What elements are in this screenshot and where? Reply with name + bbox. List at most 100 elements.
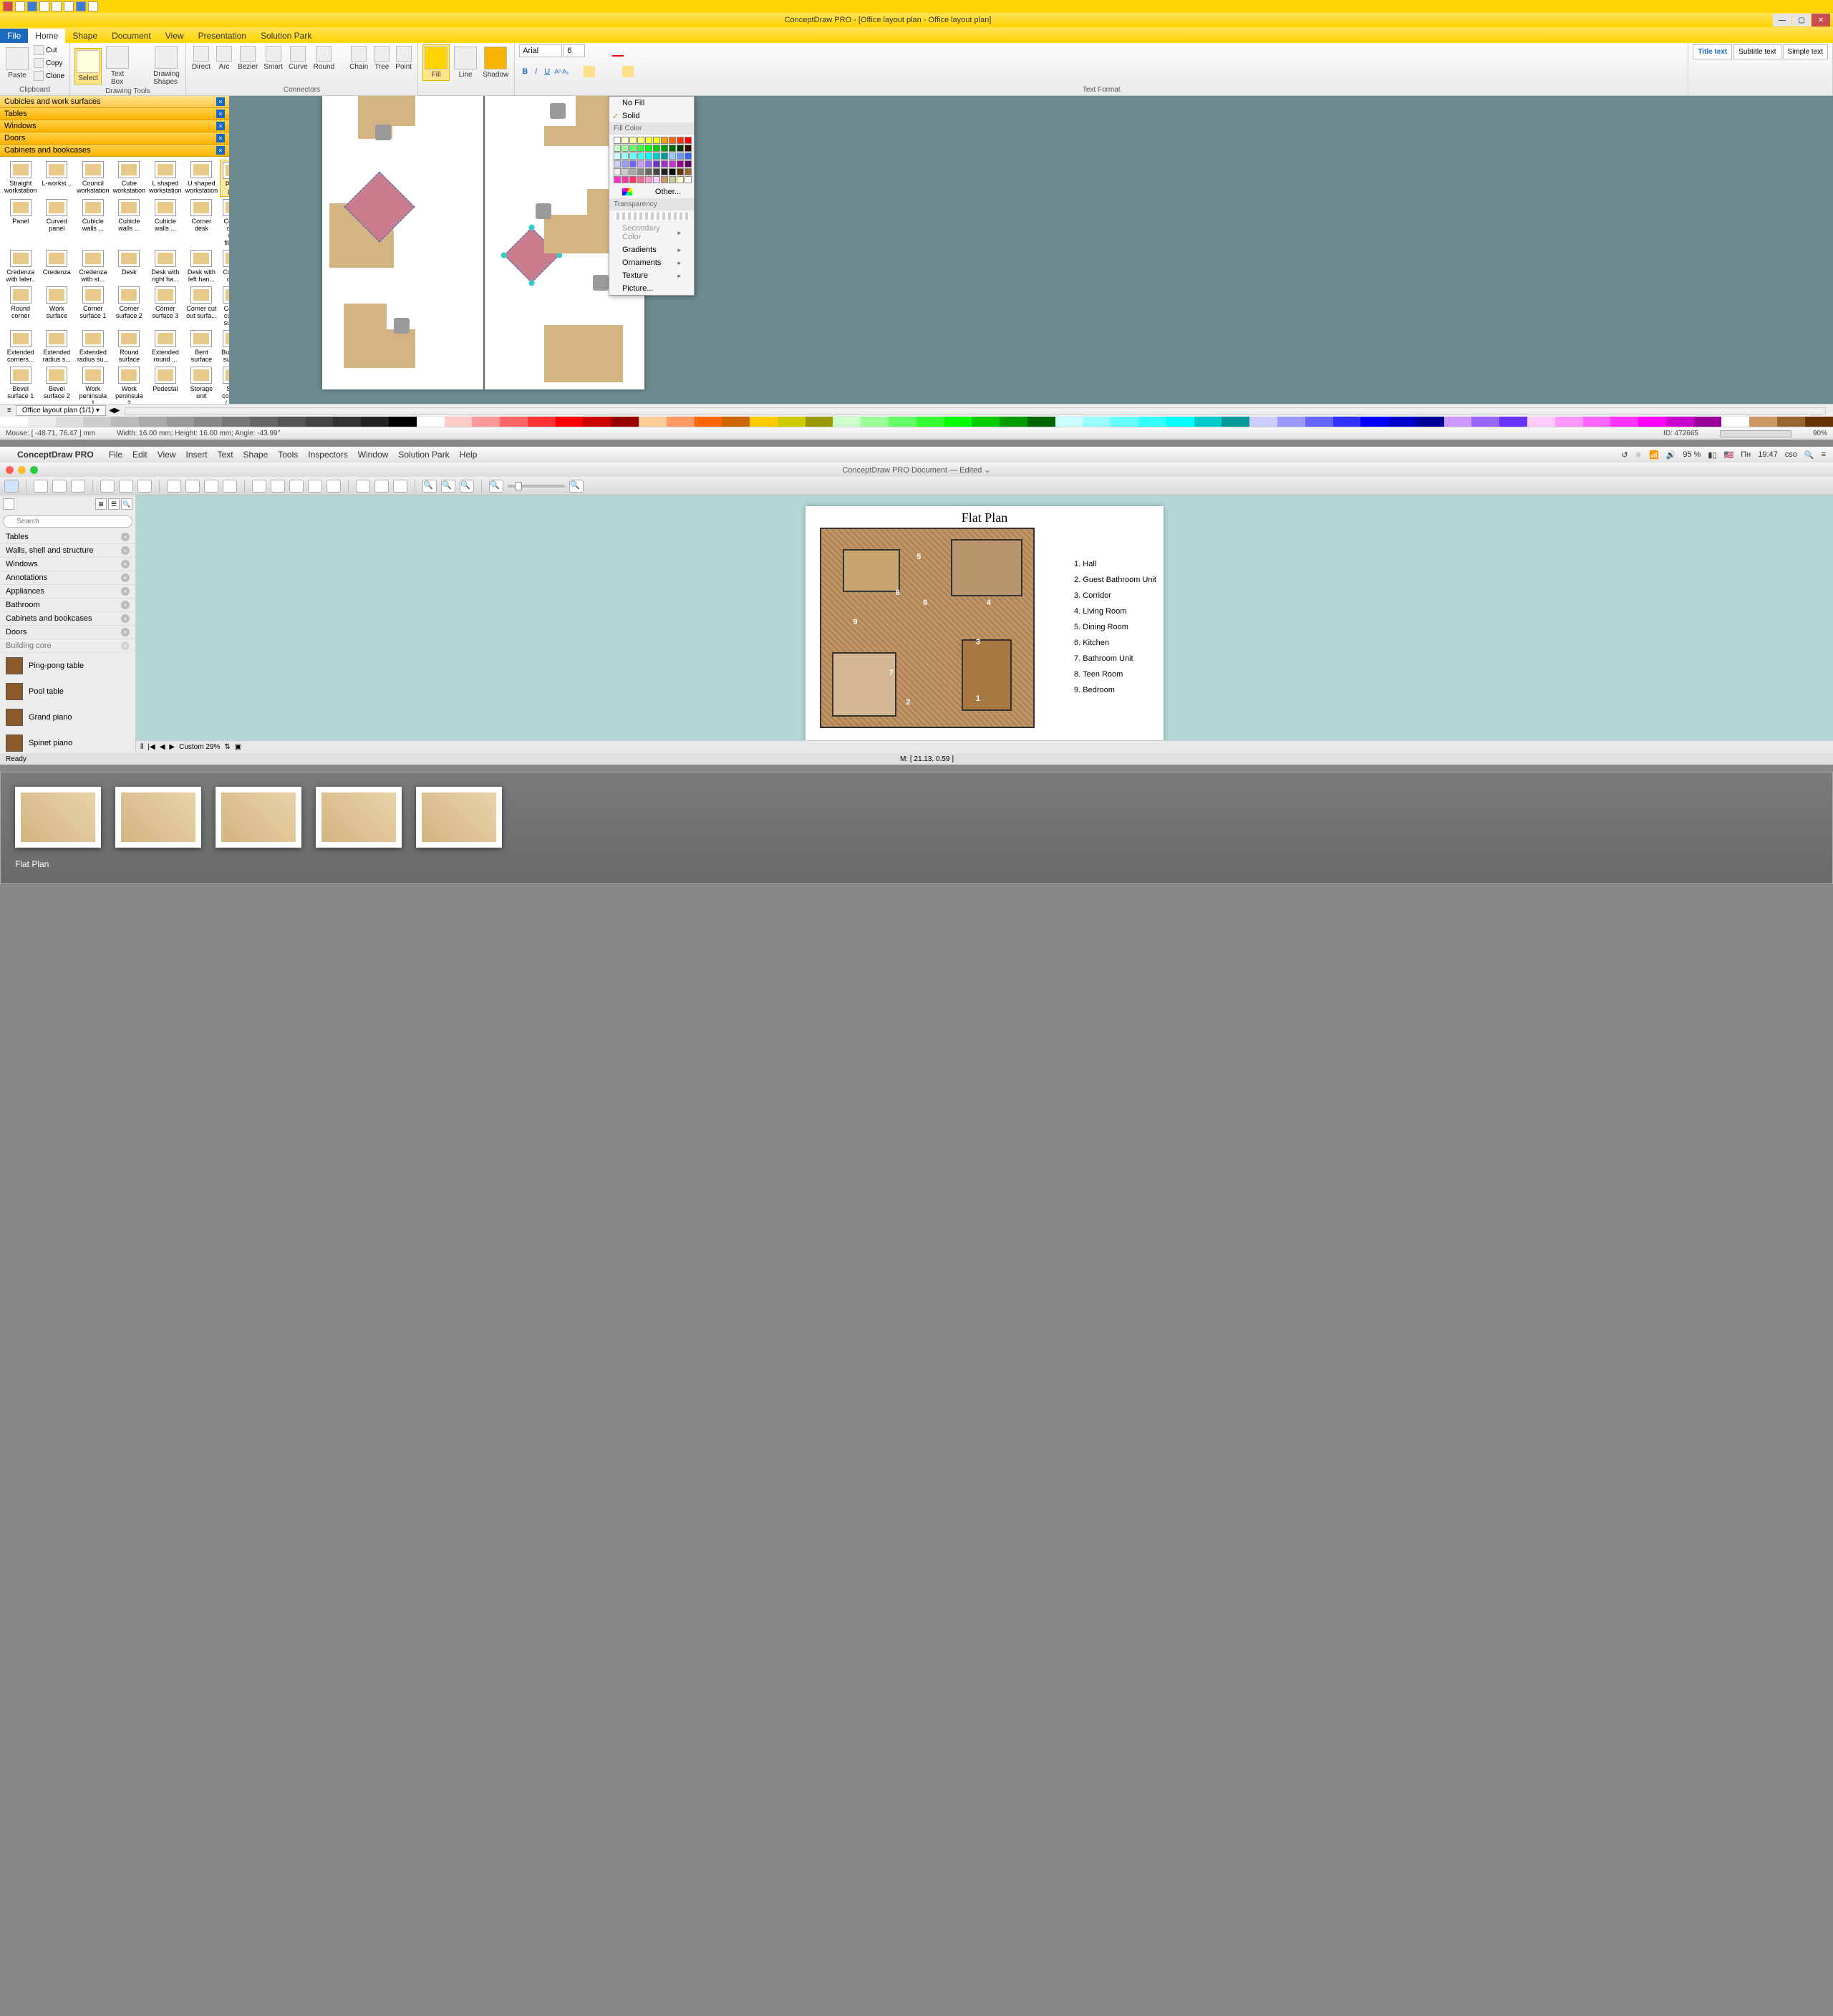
qat-open-icon[interactable] (15, 1, 25, 11)
superscript-button[interactable]: A² (554, 68, 561, 75)
color-swatch[interactable] (645, 152, 652, 160)
mac-shape-item[interactable]: Pool table (0, 679, 135, 704)
color-swatch[interactable] (637, 160, 644, 168)
color-swatch[interactable] (669, 176, 676, 183)
thumbnail[interactable] (416, 787, 502, 848)
color-swatch[interactable] (685, 176, 692, 183)
transparency-strip[interactable] (614, 213, 690, 220)
menu-ornaments[interactable]: Ornaments▸ (609, 256, 694, 269)
mac-category[interactable]: Windows× (0, 558, 135, 571)
color-swatch[interactable] (677, 152, 684, 160)
tab-file[interactable]: File (0, 29, 28, 43)
ellipse-tool-button[interactable] (52, 480, 67, 493)
textbox-button[interactable]: Text Box (105, 44, 130, 87)
shape-item[interactable]: Cubicle desk (220, 248, 229, 284)
shape-item[interactable]: U shaped workstation (184, 160, 220, 197)
color-swatch[interactable] (637, 137, 644, 144)
close-icon[interactable]: × (121, 587, 130, 596)
font-size-select[interactable]: 6 (564, 44, 585, 57)
title-text-button[interactable]: Title text (1693, 44, 1732, 59)
tab-presentation[interactable]: Presentation (191, 29, 253, 43)
menu-other-color[interactable]: Other... (609, 185, 694, 198)
qat-undo-icon[interactable] (39, 1, 49, 11)
color-swatch[interactable] (677, 137, 684, 144)
tool-icon[interactable] (136, 49, 146, 59)
mac-page[interactable]: Flat Plan 5 8 6 4 9 3 7 2 1 1 (806, 506, 1164, 742)
color-swatch[interactable] (614, 137, 621, 144)
menu-secondary-color[interactable]: Secondary Color▸ (609, 222, 694, 243)
tool-icon[interactable] (136, 72, 146, 82)
list-view-button[interactable]: ☰ (108, 498, 120, 510)
qat-save2-icon[interactable] (76, 1, 86, 11)
next-page-button[interactable]: ▶ (169, 743, 175, 751)
grid-view-button[interactable]: ⊞ (95, 498, 107, 510)
color-swatch[interactable] (637, 176, 644, 183)
connector3-tool-button[interactable] (137, 480, 152, 493)
bezier-button[interactable]: Bezier (236, 44, 259, 72)
tree-button[interactable]: Tree (372, 44, 391, 72)
shape-item[interactable]: Storage unit (184, 365, 220, 404)
color-swatch[interactable] (637, 168, 644, 175)
shape-item[interactable]: Work surface (39, 285, 75, 328)
menu-shape[interactable]: Shape (243, 450, 269, 460)
minimize-button[interactable]: — (1773, 14, 1791, 26)
connector-tool-button[interactable] (100, 480, 115, 493)
menu-text[interactable]: Text (218, 450, 233, 460)
tool-icon[interactable] (136, 61, 146, 71)
paste-button[interactable]: Paste (4, 46, 30, 81)
select-button[interactable]: Select (74, 48, 102, 84)
tab-document[interactable]: Document (105, 29, 158, 43)
text-dir-icon[interactable] (648, 66, 659, 77)
close-icon[interactable]: × (121, 641, 130, 650)
shape-item[interactable]: Cubicle walls ... (147, 198, 183, 248)
color-swatch[interactable] (622, 160, 629, 168)
shape-item[interactable]: L shaped workstation (147, 160, 183, 197)
menu-extras-icon[interactable]: ≡ (1822, 450, 1826, 459)
menu-view[interactable]: View (158, 450, 176, 460)
panel-category[interactable]: Windows× (0, 120, 229, 132)
thumbnail[interactable] (216, 787, 301, 848)
menu-solution park[interactable]: Solution Park (398, 450, 449, 460)
shape-item[interactable]: Corner desk (184, 198, 220, 248)
shape-item[interactable]: Straight workstation (3, 160, 39, 197)
shape-item[interactable]: Desk with left han... (184, 248, 220, 284)
cursor-tool-button[interactable] (4, 480, 19, 493)
shape-item[interactable]: Pedestal (147, 365, 183, 404)
canvas-area[interactable]: No Fill Solid Fill Color Other... Transp… (229, 96, 1833, 404)
zoom-label[interactable]: Custom 29% (179, 743, 220, 751)
shape-item[interactable]: Round surface (112, 329, 147, 364)
crop-tool-button[interactable] (374, 480, 389, 493)
shape-item[interactable]: Bent surface (184, 329, 220, 364)
shrink-font-icon[interactable] (599, 45, 611, 57)
tool-button[interactable] (185, 480, 200, 493)
color-swatch[interactable] (629, 168, 637, 175)
next-page-button[interactable]: ▶ (115, 407, 120, 415)
menu-picture[interactable]: Picture... (609, 282, 694, 295)
user-label[interactable]: cso (1785, 450, 1797, 459)
mac-shape-item[interactable]: Grand piano (0, 704, 135, 730)
close-icon[interactable]: × (216, 97, 225, 106)
spotlight-icon[interactable]: 🔍 (1804, 450, 1814, 460)
tab-view[interactable]: View (158, 29, 191, 43)
mac-category[interactable]: Building core× (0, 639, 135, 653)
color-swatch[interactable] (629, 160, 637, 168)
smart-button[interactable]: Smart (262, 44, 284, 72)
color-swatch[interactable] (685, 168, 692, 175)
menu-texture[interactable]: Texture▸ (609, 269, 694, 282)
color-swatch[interactable] (661, 145, 668, 152)
panel-toggle-icon[interactable] (3, 498, 14, 510)
color-swatch[interactable] (661, 176, 668, 183)
valign-mid-icon[interactable] (622, 66, 634, 77)
mac-category[interactable]: Doors× (0, 626, 135, 639)
color-swatch[interactable] (645, 176, 652, 183)
shape-item[interactable]: Credenza with later.. (3, 248, 39, 284)
shape-item[interactable]: Panel (3, 198, 39, 248)
menu-window[interactable]: Window (358, 450, 389, 460)
shape-item[interactable]: L-workst... (39, 160, 75, 197)
valign-top-icon[interactable] (609, 66, 621, 77)
arc-button[interactable]: Arc (215, 44, 233, 72)
mac-category[interactable]: Walls, shell and structure× (0, 544, 135, 558)
mac-shape-item[interactable]: Ping-pong table (0, 653, 135, 679)
search-input[interactable] (3, 515, 132, 528)
mac-category[interactable]: Cabinets and bookcases× (0, 612, 135, 626)
